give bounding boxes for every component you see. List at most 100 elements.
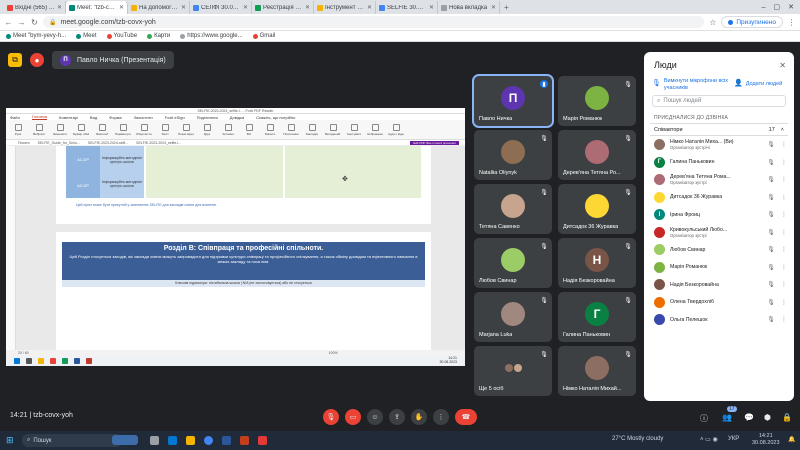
more-dots-icon[interactable]: ⋮ (780, 316, 788, 323)
pdf-tool-1[interactable]: Вибрати (31, 122, 47, 138)
lang-indicator[interactable]: УКР (728, 436, 739, 442)
mic-off-icon[interactable]: 🎙 (767, 281, 775, 288)
reactions-button[interactable]: ☺ (367, 409, 383, 425)
star-icon[interactable]: ☆ (708, 18, 717, 27)
more-dots-icon[interactable]: ⋮ (780, 141, 788, 148)
browser-tab-5[interactable]: Інструмент SELFIE 30.08.2023✕ (314, 1, 376, 14)
participant-tile[interactable]: 🎙 Любов Свинар (474, 238, 552, 288)
more-dots-icon[interactable]: ⋮ (780, 159, 788, 166)
pdf-menu-item-0[interactable]: Файл (10, 115, 20, 120)
pdf-tool-7[interactable]: Текст (157, 122, 173, 138)
pdf-menu-item-9[interactable]: Скажіть, що потрібно (256, 115, 295, 120)
participant-tile[interactable]: 🎙 Дерев'яна Тетяна Ро... (558, 130, 636, 180)
mic-off-icon[interactable]: 🎙 (767, 194, 775, 201)
pdf-tool-16[interactable]: Анотувати (346, 122, 362, 138)
group-coauthors[interactable]: Співавтори 17 ˄ (650, 123, 788, 137)
camera-toggle-button[interactable]: ▭ (345, 409, 361, 425)
participant-tile[interactable]: 🎙 Marjana Luka (474, 292, 552, 342)
mic-off-icon[interactable]: 🎙 (767, 159, 775, 166)
pdf-menu-item-4[interactable]: Форма (109, 115, 121, 120)
edge-icon[interactable] (168, 436, 177, 445)
pdf-tool-2[interactable]: Зменшити (52, 122, 68, 138)
more-dots-icon[interactable]: ⋮ (780, 211, 788, 218)
pdf-tool-10[interactable]: Читання (220, 122, 236, 138)
windows-start-icon[interactable]: ⊞ (6, 435, 14, 446)
browser-tab-3[interactable]: СЕЛФІ 30.08.2023 – Google Дис✕ (190, 1, 252, 14)
close-window-icon[interactable]: ✕ (788, 3, 794, 11)
pdf-menu-item-5[interactable]: Захистити (134, 115, 153, 120)
member-row[interactable]: Дерев'яна Тетяна Рома... Організатор зуст… (644, 171, 794, 189)
member-row[interactable]: Г Галина Паньковин 🎙 ⋮ (644, 154, 794, 172)
bookmark-2[interactable]: YouTube (106, 33, 137, 39)
member-row[interactable]: Німко Наталія Миха... (Ви) Організатор зу… (644, 136, 794, 154)
more-dots-icon[interactable]: ⋮ (780, 229, 788, 236)
pdf-tool-6[interactable]: Обертає подання (136, 122, 152, 138)
doc-tab-1[interactable]: SELFIE_Guide_for_Scho... (38, 141, 80, 145)
pdf-menu-item-7[interactable]: Поділитися (197, 115, 218, 120)
pdf-menu-item-3[interactable]: Вид (90, 115, 97, 120)
close-tab-icon[interactable]: ✕ (243, 4, 248, 11)
browser-tab-4[interactable]: Реєстрація на семінар «Викор✕ (252, 1, 314, 14)
host-controls-icon[interactable]: 🔒 (782, 413, 792, 422)
participant-tile[interactable]: Н 🎙 Надія Безкоровайна (558, 238, 636, 288)
menu-dots-icon[interactable]: ⋮ (787, 18, 796, 27)
close-tab-icon[interactable]: ✕ (491, 4, 496, 11)
more-dots-icon[interactable]: ⋮ (780, 246, 788, 253)
forward-icon[interactable]: → (17, 18, 26, 27)
pdf-tool-9[interactable]: Друк (199, 122, 215, 138)
close-tab-icon[interactable]: ✕ (305, 4, 310, 11)
member-row[interactable]: Любов Свинар 🎙 ⋮ (644, 241, 794, 259)
participant-tile[interactable]: П ▮ Павло Ничка (472, 74, 554, 128)
participant-tile[interactable]: 🎙 Дитсадок 36 Журавка (558, 184, 636, 234)
pdf-tool-5[interactable]: Параметри подання сторінок (115, 122, 131, 138)
browser-tab-1[interactable]: Meet: "tzb-covx-yoh"✕ (66, 1, 128, 14)
more-options-button[interactable]: ⋮ (433, 409, 449, 425)
member-row[interactable]: Марія Романюк 🎙 ⋮ (644, 259, 794, 277)
close-tab-icon[interactable]: ✕ (119, 4, 124, 11)
pdf-tool-15[interactable]: Вкладений файл (325, 122, 341, 138)
close-tab-icon[interactable]: ✕ (181, 4, 186, 11)
more-dots-icon[interactable]: ⋮ (780, 281, 788, 288)
pdf-menu-item-8[interactable]: Довідка (230, 115, 244, 120)
mic-off-icon[interactable]: 🎙 (767, 246, 775, 253)
member-row[interactable]: Олена Твердохліб 🎙 ⋮ (644, 294, 794, 312)
pdf-tool-0[interactable]: Рука (10, 122, 26, 138)
member-row[interactable]: Надія Безкоровайна 🎙 ⋮ (644, 276, 794, 294)
pdf-document-area[interactable]: A1-DP A2-DP Інформаційно-методичні центр… (6, 146, 465, 350)
more-dots-icon[interactable]: ⋮ (780, 194, 788, 201)
os-clock[interactable]: 14:21 30.08.2023 (752, 433, 780, 447)
mic-off-icon[interactable]: 🎙 (767, 141, 775, 148)
pdf-tool-18[interactable]: Аудіо і відео (388, 122, 404, 138)
pdf-menu-item-1[interactable]: Головна (31, 114, 48, 120)
doc-tab-0[interactable]: Почати (18, 141, 30, 145)
participant-tile[interactable]: 🎙 Ще 5 осіб (474, 346, 552, 396)
participant-tile[interactable]: 🎙 Тетяна Савенко (474, 184, 552, 234)
mic-off-icon[interactable]: 🎙 (767, 211, 775, 218)
more-dots-icon[interactable]: ⋮ (780, 299, 788, 306)
pdf-tool-11[interactable]: Всі (241, 122, 257, 138)
presentation-chip[interactable]: П Павло Ничка (Презентація) (52, 51, 174, 69)
bookmark-1[interactable]: Meet (76, 33, 97, 39)
leave-call-button[interactable]: ☎ (455, 409, 477, 425)
browser-tab-6[interactable]: SELFIE 30.08.2023 – Mentimeter✕ (376, 1, 438, 14)
participant-tile[interactable]: 🎙 Nataliia Oliynyk (474, 130, 552, 180)
mic-off-icon[interactable]: 🎙 (767, 229, 775, 236)
browser-tab-2[interactable]: На допомогу вчителю інформ✕ (128, 1, 190, 14)
doc-tab-2[interactable]: SELFIE-2023-2024-selfi... (88, 141, 128, 145)
bookmark-4[interactable]: https://www.google... (180, 33, 243, 39)
mute-all-button[interactable]: 🎙 Вимкнути мікрофони всіх учасників (652, 78, 730, 91)
pdf-tool-12[interactable]: Змінити (262, 122, 278, 138)
pdf-menu-item-2[interactable]: Коментарі (59, 115, 78, 120)
present-button[interactable]: ⇪ (389, 409, 405, 425)
new-tab-icon[interactable]: + (500, 3, 513, 12)
foxit-icon[interactable] (258, 436, 267, 445)
doc-tab-3[interactable]: SELFIE-2023-2024_selfie-l... (136, 141, 181, 145)
people-search-input[interactable]: ⌕ Пошук людей (652, 95, 786, 108)
file-explorer-icon[interactable] (186, 436, 195, 445)
mic-off-icon[interactable]: 🎙 (767, 176, 775, 183)
word-icon[interactable] (222, 436, 231, 445)
more-dots-icon[interactable]: ⋮ (780, 176, 788, 183)
pdf-menu-item-6[interactable]: Foxit eSign (165, 115, 185, 120)
tray-icons[interactable]: ˄ ▭ ◉ (700, 436, 718, 443)
present-icon[interactable]: ⧉ (8, 53, 22, 67)
